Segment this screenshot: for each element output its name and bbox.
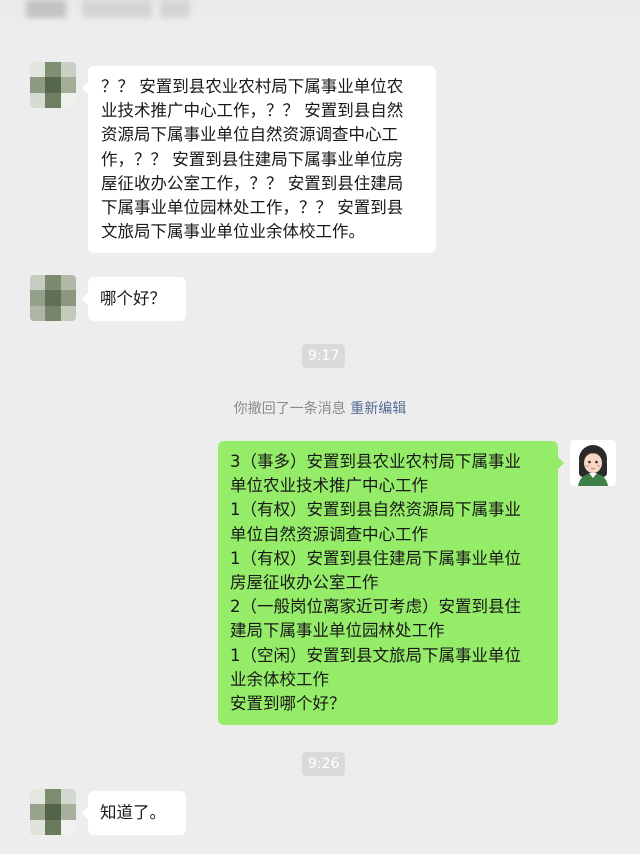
blurred-name	[26, 0, 66, 18]
message-line: 业余体校工作	[230, 669, 329, 689]
message-line: 1（有权）安置到县自然资源局下属事业	[230, 500, 521, 520]
incoming-message-bubble[interactable]: 知道了。	[82, 791, 186, 835]
message-line: 哪个好？	[100, 289, 166, 308]
contact-avatar[interactable]	[30, 62, 76, 108]
message-line: 资源局下属事业单位自然资源调查中心工	[101, 125, 398, 145]
recall-text: 你撤回了一条消息	[233, 401, 346, 417]
message-line: 文旅局下属事业单位业余体校工作。	[101, 222, 365, 242]
mosaic-avatar-icon	[30, 62, 76, 108]
outgoing-message-bubble[interactable]: 3（事多）安置到县农业农村局下属事业 单位农业技术推广中心工作 1（有权）安置到…	[218, 441, 564, 726]
recall-notice: 你撤回了一条消息 重新编辑	[0, 398, 640, 418]
message-line: 知道了。	[100, 803, 166, 822]
contact-avatar[interactable]	[30, 275, 76, 321]
blurred-name	[160, 0, 190, 18]
mosaic-avatar-icon	[30, 789, 76, 835]
timestamp: 9:17	[302, 344, 346, 368]
contact-avatar[interactable]	[30, 789, 76, 835]
girl-avatar-icon	[570, 440, 616, 486]
timestamp: 9:26	[302, 752, 346, 776]
bubble-tail	[82, 82, 88, 94]
mosaic-avatar-icon	[30, 275, 76, 321]
message-line: 1（空闲）安置到县文旅局下属事业单位	[230, 645, 521, 665]
bubble-tail	[558, 457, 564, 469]
message-line: 作，？？ 安置到县住建局下属事业单位房	[101, 149, 404, 169]
message-line: 下属事业单位园林处工作，？？ 安置到县	[101, 198, 404, 218]
bubble-tail	[82, 807, 88, 819]
bubble-tail	[82, 293, 88, 305]
message-line: 安置到哪个好？	[230, 694, 346, 714]
message-line: 业技术推广中心工作，？？ 安置到县自然	[101, 101, 404, 121]
message-line: 屋征收办公室工作，？？ 安置到县住建局	[101, 173, 404, 193]
message-line: 2（一般岗位离家近可考虑）安置到县住	[230, 597, 521, 617]
message-line: 建局下属事业单位园林处工作	[230, 621, 445, 641]
message-line: 3（事多）安置到县农业农村局下属事业	[230, 452, 521, 471]
message-line: 1（有权）安置到县住建局下属事业单位	[230, 548, 521, 568]
message-line: 单位农业技术推广中心工作	[230, 476, 428, 496]
message-line: ？？ 安置到县农业农村局下属事业单位农	[101, 77, 404, 96]
blurred-name	[82, 0, 152, 18]
re-edit-link[interactable]: 重新编辑	[350, 401, 406, 417]
incoming-message-bubble[interactable]: ？？ 安置到县农业农村局下属事业单位农 业技术推广中心工作，？？ 安置到县自然 …	[82, 66, 436, 254]
incoming-message-bubble[interactable]: 哪个好？	[82, 277, 186, 321]
self-avatar[interactable]	[570, 440, 616, 486]
message-line: 单位自然资源调查中心工作	[230, 524, 428, 544]
message-line: 房屋征收办公室工作	[230, 573, 379, 593]
